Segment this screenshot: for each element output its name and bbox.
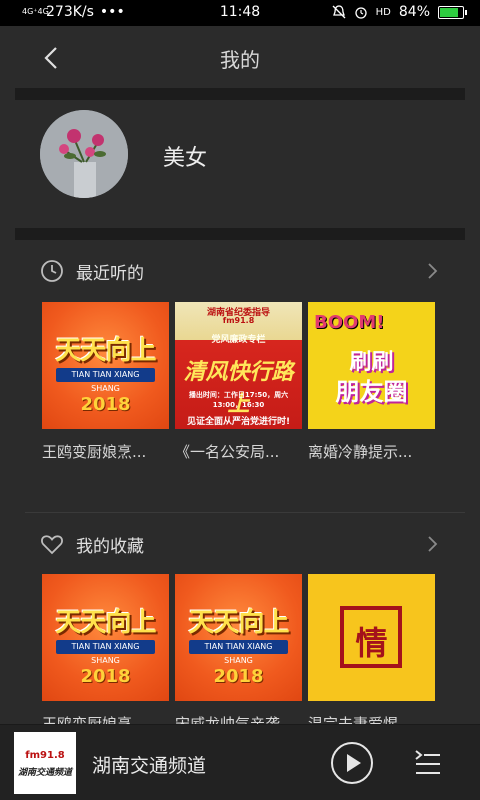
recent-item[interactable]: BOOM! 刷刷 朋友圈 离婚冷静提示... [308,302,435,462]
profile-section[interactable]: 美女 [0,100,480,228]
favorite-item[interactable]: 天天向上 TIAN TIAN XIANG SHANG 2018 王鸥变厨娘烹..… [42,574,169,734]
heart-icon [41,535,63,555]
cover-text: 党风廉政专栏 [211,335,266,345]
item-title[interactable]: 《一名公安局... [175,441,302,462]
play-button[interactable] [330,741,374,785]
status-bar: 4G⁺4G 273K/s ••• 11:48 HD 84% [0,0,480,26]
cover-text: fm91.8 [222,316,255,325]
chevron-right-icon[interactable] [426,533,440,555]
cover-text: 天天向上 [55,336,156,366]
thumb-text: fm91.8 [25,750,65,761]
battery-fill [440,7,458,17]
cover-image[interactable]: BOOM! 刷刷 朋友圈 [308,302,435,429]
cover-text: BOOM! [314,312,385,333]
favorites-list: 天天向上 TIAN TIAN XIANG SHANG 2018 王鸥变厨娘烹..… [42,574,435,734]
cover-image[interactable]: 天天向上 TIAN TIAN XIANG SHANG 2018 [175,574,302,701]
cover-text: TIAN TIAN XIANG SHANG [189,640,288,665]
cover-image[interactable]: 天天向上 TIAN TIAN XIANG SHANG 2018 [42,302,169,429]
page-title: 我的 [220,48,260,72]
header: 我的 [0,26,480,88]
battery-icon [438,5,467,19]
recent-item[interactable]: 湖南省纪委指导 fm91.8 党风廉政专栏 清风快行路上 播出时间：工作日17:… [175,302,302,462]
favorites-section-header[interactable]: 我的收藏 [40,529,440,559]
recent-list: 天天向上 TIAN TIAN XIANG SHANG 2018 王鸥变厨娘烹..… [42,302,435,462]
hd-icon: HD [375,6,391,18]
recent-section-title: 最近听的 [76,263,144,284]
cover-text: 2018 [80,666,131,687]
cover-image[interactable]: 天天向上 TIAN TIAN XIANG SHANG 2018 [42,574,169,701]
cover-text: TIAN TIAN XIANG SHANG [56,368,155,393]
cover-text: 天天向上 [55,608,156,638]
favorite-item[interactable]: 天天向上 TIAN TIAN XIANG SHANG 2018 宋威龙帅气亲袭.… [175,574,302,734]
station-name[interactable]: 湖南交通频道 [92,751,206,778]
recent-item[interactable]: 天天向上 TIAN TIAN XIANG SHANG 2018 王鸥变厨娘烹..… [42,302,169,462]
flower-vase-image [40,110,128,198]
playlist-icon[interactable] [412,747,444,779]
cover-text: 天天向上 [188,608,289,638]
cover-text: 2018 [213,666,264,687]
alarm-icon [354,7,367,19]
avatar[interactable] [40,110,128,198]
chevron-right-icon[interactable] [426,260,440,282]
item-title[interactable]: 离婚冷静提示... [308,441,435,462]
favorite-item[interactable]: 情 温完夫妻爱惺... [308,574,435,734]
clock-icon [41,260,63,282]
username[interactable]: 美女 [163,140,207,172]
status-right: HD 84% [332,4,467,20]
cover-text: 播出时间：工作日17:50，周六13:00，16:30 [188,391,289,409]
item-title[interactable]: 王鸥变厨娘烹... [42,441,169,462]
cover-text: 情 [355,624,388,662]
battery-percent: 84% [398,4,430,20]
favorites-section-title: 我的收藏 [76,536,144,557]
thumb-text: 湖南交通频道 [17,768,72,778]
recent-section-header[interactable]: 最近听的 [40,256,440,286]
mute-icon [332,5,346,19]
cover-text: TIAN TIAN XIANG SHANG [56,640,155,665]
section-divider [15,88,465,100]
cover-text: 朋友圈 [335,378,408,406]
cover-text: 2018 [80,394,131,415]
station-thumbnail[interactable]: fm91.8 湖南交通频道 [14,732,76,794]
cover-text: 见证全面从严治党进行时! [186,417,291,427]
cover-image[interactable]: 湖南省纪委指导 fm91.8 党风廉政专栏 清风快行路上 播出时间：工作日17:… [175,302,302,429]
cover-image[interactable]: 情 [308,574,435,701]
section-divider [15,228,465,240]
divider [25,512,465,513]
mini-player[interactable]: fm91.8 湖南交通频道 湖南交通频道 [0,724,480,800]
